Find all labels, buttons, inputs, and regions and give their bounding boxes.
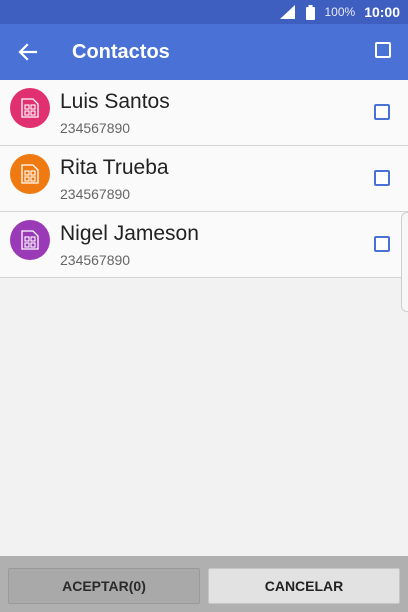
signal-icon (280, 5, 296, 19)
action-bar: ACEPTAR(0) CANCELAR (0, 556, 408, 612)
contact-row[interactable]: Nigel Jameson 234567890 (0, 212, 408, 278)
accept-button[interactable]: ACEPTAR(0) (8, 568, 200, 604)
app-bar: Contactos (0, 24, 408, 80)
contact-name: Luis Santos (60, 90, 170, 113)
sim-card-icon (21, 230, 39, 250)
contact-row[interactable]: Rita Trueba 234567890 (0, 146, 408, 212)
contact-number: 234567890 (60, 120, 131, 136)
battery-percent: 100% (324, 5, 356, 19)
status-bar: 100% 10:00 (0, 0, 408, 24)
clock: 10:00 (364, 4, 400, 20)
sim-card-icon (21, 164, 39, 184)
contact-avatar (10, 220, 50, 260)
back-button[interactable] (14, 38, 42, 66)
contact-checkbox[interactable] (374, 236, 390, 252)
contact-number: 234567890 (60, 252, 131, 268)
page-title: Contactos (72, 41, 170, 63)
contact-checkbox[interactable] (374, 170, 390, 186)
contact-list: Luis Santos 234567890 Rita Trueba 234567… (0, 80, 408, 278)
contact-checkbox[interactable] (374, 104, 390, 120)
contact-name: Nigel Jameson (60, 222, 199, 245)
contact-name: Rita Trueba (60, 156, 169, 179)
arrow-left-icon (18, 43, 38, 61)
sim-card-icon (21, 98, 39, 118)
select-all-checkbox[interactable] (375, 42, 391, 58)
contact-row[interactable]: Luis Santos 234567890 (0, 80, 408, 146)
cancel-button[interactable]: CANCELAR (208, 568, 400, 604)
scroll-indicator[interactable] (401, 212, 408, 312)
contact-avatar (10, 154, 50, 194)
contact-avatar (10, 88, 50, 128)
battery-icon (306, 4, 316, 20)
contact-number: 234567890 (60, 186, 131, 202)
